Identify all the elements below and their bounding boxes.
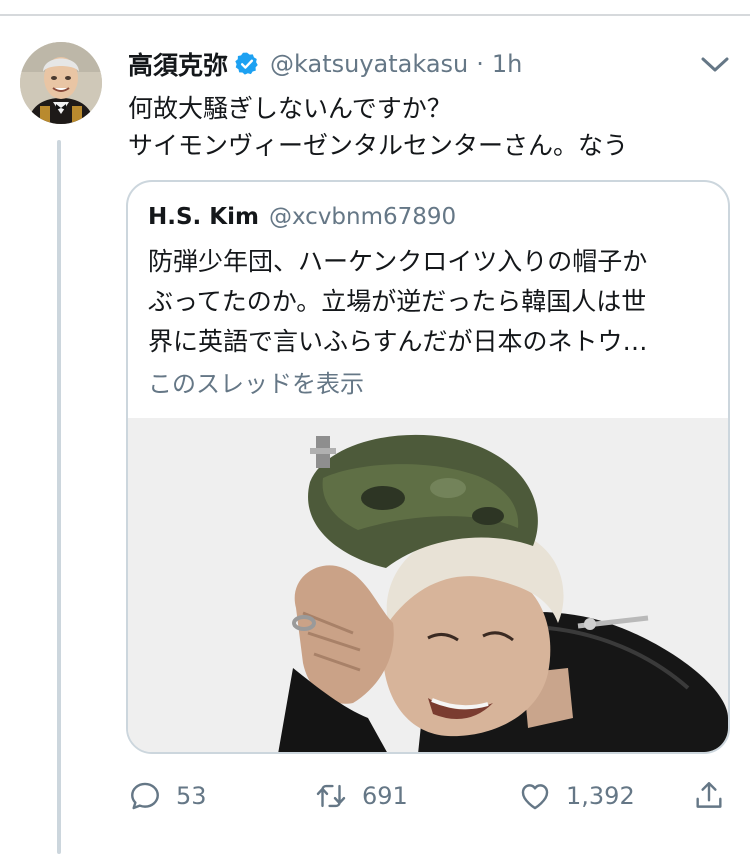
photo-person-in-cap <box>128 418 728 752</box>
thread-line <box>57 140 61 854</box>
avatar[interactable] <box>20 42 102 124</box>
share-button[interactable] <box>692 776 726 816</box>
like-count: 1,392 <box>566 782 635 810</box>
separator-dot: · <box>476 50 484 78</box>
tweet-text-line: サイモンヴィーゼンタルセンターさん。なう <box>128 131 629 160</box>
tweet-actions: 53 691 1,392 <box>128 776 732 816</box>
tweet-header: 高須克弥 @katsuyatakasu · 1h <box>128 46 522 82</box>
like-icon <box>521 784 549 810</box>
show-thread-link[interactable]: このスレッドを表示 <box>148 364 364 399</box>
tweet-text: 何故大騒ぎしないんですか？ サイモンヴィーゼンタルセンターさん。なう <box>128 90 728 164</box>
reply-button[interactable]: 53 <box>128 776 207 816</box>
chevron-down-icon[interactable] <box>698 52 732 76</box>
author-handle[interactable]: @katsuyatakasu <box>270 50 468 78</box>
tweet-screen: 高須克弥 @katsuyatakasu · 1h 何故大騒ぎしないんですか？ サ… <box>0 0 750 854</box>
like-button[interactable]: 1,392 <box>518 776 635 816</box>
quoted-author-handle: @xcvbnm67890 <box>268 204 457 230</box>
retweet-count: 691 <box>362 782 408 810</box>
reply-icon <box>131 782 159 810</box>
quoted-author-name: H.S. Kim <box>148 204 259 230</box>
verified-badge-icon <box>235 52 258 75</box>
quoted-tweet-photo[interactable] <box>128 418 728 752</box>
retweet-button[interactable]: 691 <box>314 776 408 816</box>
retweet-icon <box>316 784 346 808</box>
quoted-tweet-text: 防弾少年団、ハーケンクロイツ入りの帽子か ぶってたのか。立場が逆だったら韓国人は… <box>148 242 714 362</box>
quoted-text-line: 防弾少年団、ハーケンクロイツ入りの帽子か <box>148 247 648 276</box>
quoted-tweet-header: H.S. Kim @xcvbnm67890 <box>148 204 456 230</box>
tweet-text-line: 何故大騒ぎしないんですか？ <box>128 94 452 123</box>
avatar-image <box>20 42 102 124</box>
top-divider <box>0 14 750 16</box>
share-icon <box>696 782 722 808</box>
quoted-text-line: 界に英語で言いふらすんだが日本のネトウ… <box>148 327 648 356</box>
author-name[interactable]: 高須克弥 <box>128 46 228 82</box>
reply-count: 53 <box>176 782 207 810</box>
quoted-text-line: ぶってたのか。立場が逆だったら韓国人は世 <box>148 287 647 316</box>
quoted-tweet-card[interactable]: H.S. Kim @xcvbnm67890 防弾少年団、ハーケンクロイツ入りの帽… <box>126 180 730 754</box>
timestamp[interactable]: 1h <box>492 50 522 78</box>
